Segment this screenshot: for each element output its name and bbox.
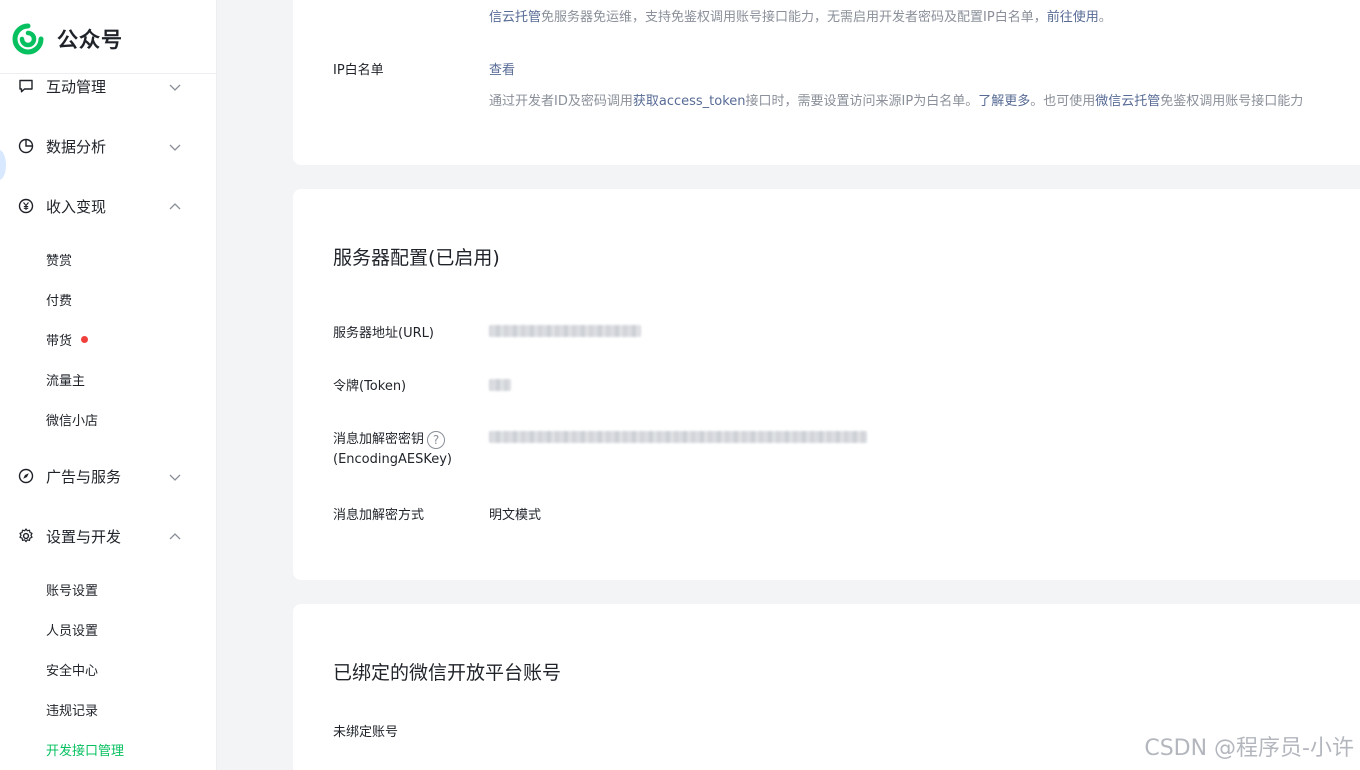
- chevron-down-icon: [169, 474, 181, 481]
- ip-whitelist-label: IP白名单: [333, 63, 384, 78]
- nav-group-monetization[interactable]: 收入变现: [0, 186, 216, 226]
- nav-group-settings-dev[interactable]: 设置与开发: [0, 516, 216, 556]
- notification-dot: [81, 335, 89, 343]
- server-config-card: 服务器配置(已启用) 服务器地址(URL) 令牌(Token) 消息加解密密钥?…: [293, 189, 1360, 580]
- sidebar-item-appreciation[interactable]: 赞赏: [46, 247, 72, 271]
- learn-more-link[interactable]: 了解更多: [978, 94, 1030, 109]
- server-url-value-redacted: [489, 325, 641, 337]
- sidebar-item-label: 带货: [46, 333, 73, 349]
- encoding-aes-key-label-en: (EncodingAESKey): [333, 452, 452, 467]
- sidebar-item-traffic-owner[interactable]: 流量主: [46, 367, 85, 391]
- token-value-redacted: [489, 379, 511, 391]
- developer-info-card: 信云托管免服务器免运维，支持免鉴权调用账号接口能力，无需启用开发者密码及配置IP…: [293, 0, 1360, 165]
- cloud-hosting-end: 。: [1098, 10, 1112, 25]
- comment-icon: [19, 79, 33, 93]
- nav-group-interaction[interactable]: 互动管理: [0, 66, 216, 106]
- token-label: 令牌(Token): [333, 379, 407, 394]
- ip-whitelist-view-link[interactable]: 查看: [489, 59, 515, 78]
- desc-text: 。也可使用: [1030, 94, 1096, 109]
- nav-group-analytics[interactable]: 数据分析: [0, 126, 216, 166]
- desc-text: 通过开发者ID及密码调用: [489, 94, 633, 109]
- nav-group-label: 设置与开发: [46, 527, 122, 546]
- nav-group-label: 收入变现: [46, 197, 107, 216]
- encoding-aes-key-value-redacted: [489, 431, 867, 443]
- csdn-watermark: CSDN @程序员-小许: [1144, 736, 1354, 761]
- open-platform-status: 未绑定账号: [333, 725, 399, 740]
- access-token-link[interactable]: 获取access_token: [633, 94, 746, 109]
- pie-chart-icon: [18, 138, 34, 154]
- desc-text: 免鉴权调用账号接口能力: [1160, 94, 1304, 109]
- encryption-mode-value: 明文模式: [489, 508, 542, 523]
- sidebar-item-violation-records[interactable]: 违规记录: [46, 697, 98, 721]
- sidebar-item-paid[interactable]: 付费: [46, 287, 72, 311]
- encryption-mode-label: 消息加解密方式: [333, 508, 425, 523]
- chevron-down-icon: [169, 84, 181, 91]
- server-url-label: 服务器地址(URL): [333, 326, 434, 341]
- chevron-up-icon: [169, 533, 181, 540]
- help-icon[interactable]: ?: [427, 430, 446, 449]
- sidebar-item-dev-api-management[interactable]: 开发接口管理: [46, 737, 124, 761]
- sidebar: 公众号 互动管理 数据分析 收入变现 赞赏 付费 带货 流量主 微信小店 广告与…: [0, 0, 216, 770]
- chevron-up-icon: [169, 203, 181, 210]
- cloud-hosting-text: 免服务器免运维，支持免鉴权调用账号接口能力，无需启用开发者密码及配置IP白名单，: [541, 10, 1047, 25]
- go-use-link[interactable]: 前往使用: [1047, 10, 1099, 25]
- sidebar-item-wechat-shop[interactable]: 微信小店: [46, 407, 98, 431]
- nav-group-label: 广告与服务: [46, 467, 122, 486]
- gear-icon: [19, 528, 33, 543]
- nav-group-label: 互动管理: [46, 77, 107, 96]
- chevron-down-icon: [169, 144, 181, 151]
- yen-icon: [18, 198, 34, 214]
- sidebar-item-commerce[interactable]: 带货: [46, 327, 89, 351]
- sidebar-item-security-center[interactable]: 安全中心: [46, 657, 98, 681]
- label-line: 消息加解密密钥: [333, 432, 425, 447]
- desc-text: 接口时，需要设置访问来源IP为白名单。: [745, 94, 979, 109]
- cloud-hosting-link[interactable]: 信云托管: [489, 10, 541, 25]
- ip-whitelist-description: 通过开发者ID及密码调用获取access_token接口时，需要设置访问来源IP…: [489, 90, 1303, 109]
- server-config-title: 服务器配置(已启用): [333, 247, 500, 269]
- open-platform-title: 已绑定的微信开放平台账号: [333, 662, 562, 684]
- sidebar-item-member-settings[interactable]: 人员设置: [46, 617, 98, 641]
- encoding-aes-key-label: 消息加解密密钥?: [333, 428, 446, 449]
- app-logo[interactable]: 公众号: [12, 22, 123, 56]
- nav-group-ads-services[interactable]: 广告与服务: [0, 456, 216, 496]
- nav-group-label: 数据分析: [46, 137, 107, 156]
- sidebar-item-account-settings[interactable]: 账号设置: [46, 577, 98, 601]
- app-name: 公众号: [57, 28, 123, 52]
- sidebar-border: [216, 0, 217, 770]
- wechat-cloud-hosting-link[interactable]: 微信云托管: [1095, 94, 1160, 109]
- cloud-hosting-line: 信云托管免服务器免运维，支持免鉴权调用账号接口能力，无需启用开发者密码及配置IP…: [489, 6, 1112, 25]
- wechat-official-account-logo-icon: [12, 23, 44, 55]
- compass-icon: [18, 468, 34, 484]
